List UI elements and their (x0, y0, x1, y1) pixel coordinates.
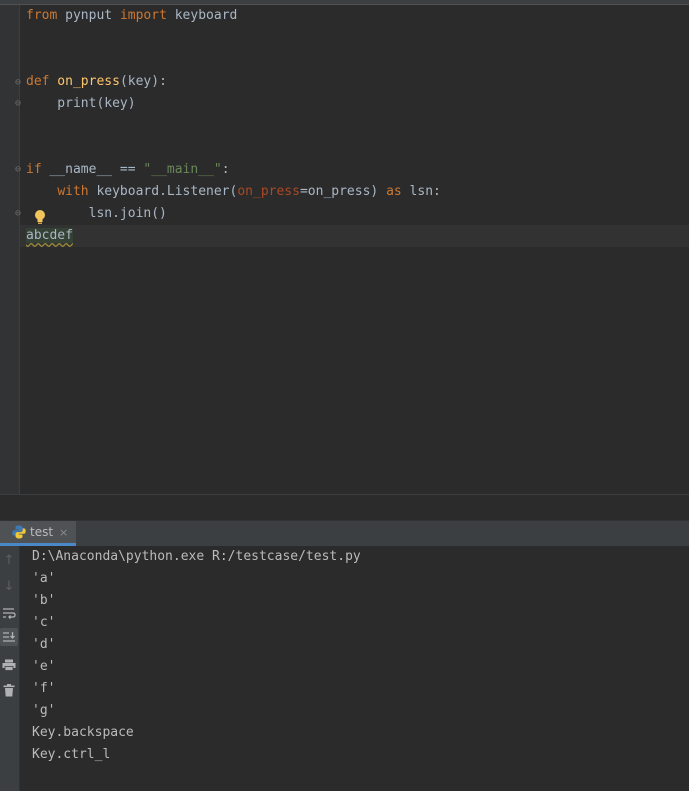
keyword-argument: on_press (237, 184, 300, 199)
panel-splitter[interactable] (0, 494, 689, 521)
keyword: from (26, 8, 58, 23)
fold-icon[interactable]: ⊖ (15, 164, 25, 176)
code-line-1: from pynput import keyboard (26, 5, 237, 27)
console-line: 'a' (32, 571, 56, 586)
alias: lsn: (401, 184, 441, 199)
current-line-highlight (20, 225, 689, 247)
import-name: keyboard (166, 8, 238, 23)
arrow-down-icon[interactable]: ↓ (0, 577, 18, 595)
code-line-5: print(key) (26, 96, 136, 111)
string-literal: "__main__" (143, 162, 222, 177)
code-line-11: abcdef (26, 225, 73, 247)
keyword: if (26, 162, 42, 177)
arrow-up-icon[interactable]: ↑ (0, 551, 18, 569)
console-line: Key.ctrl_l (32, 747, 111, 762)
keyword: with (57, 184, 89, 199)
run-console[interactable]: ↑ ↓ D:\Anaconda\python.exe R:/testcase/t… (0, 546, 689, 791)
console-line: D:\Anaconda\python.exe R:/testcase/test.… (32, 549, 361, 564)
trash-icon[interactable] (0, 681, 18, 699)
tab-label: test (30, 525, 54, 539)
run-tab-bar: test × (0, 520, 689, 547)
console-line: 'd' (32, 637, 56, 652)
function-args: (key): (119, 74, 167, 89)
listener-call: keyboard.Listener( (88, 184, 238, 199)
code-line-8: if __name__ == "__main__": (26, 159, 230, 181)
fold-icon[interactable]: ⊖ (15, 77, 25, 89)
fold-end-icon[interactable]: ⊖ (15, 208, 25, 220)
argument-value: =on_press) (299, 184, 387, 199)
lightbulb-icon[interactable] (33, 209, 47, 225)
module-name: pynput (57, 8, 120, 23)
scroll-to-end-icon[interactable] (0, 628, 18, 646)
condition: __name__ == (41, 162, 144, 177)
console-line: 'g' (32, 703, 56, 718)
run-toolbar: ↑ ↓ (0, 546, 20, 791)
close-icon[interactable]: × (59, 526, 68, 539)
soft-wrap-icon[interactable] (0, 604, 18, 622)
unresolved-reference[interactable]: abcdef (26, 228, 73, 243)
function-name: on_press (49, 74, 120, 89)
console-line: Key.backspace (32, 725, 134, 740)
python-icon (12, 525, 26, 539)
keyword: as (386, 184, 402, 199)
keyword: import (119, 8, 167, 23)
code-line-4: def on_press(key): (26, 71, 167, 93)
console-line: 'e' (32, 659, 56, 674)
code-editor[interactable]: ⊖ ⊖ ⊖ ⊖ from pynput import keyboard def … (0, 5, 689, 494)
console-line: 'b' (32, 593, 56, 608)
keyword: def (26, 74, 50, 89)
console-line: 'f' (32, 681, 56, 696)
console-line: 'c' (32, 615, 56, 630)
print-icon[interactable] (0, 656, 18, 674)
fold-end-icon[interactable]: ⊖ (15, 98, 25, 110)
code-line-9: with keyboard.Listener(on_press=on_press… (26, 181, 441, 203)
tab-run-test[interactable]: test × (0, 521, 77, 546)
code-line-10: lsn.join() (26, 206, 167, 221)
colon: : (221, 162, 230, 177)
